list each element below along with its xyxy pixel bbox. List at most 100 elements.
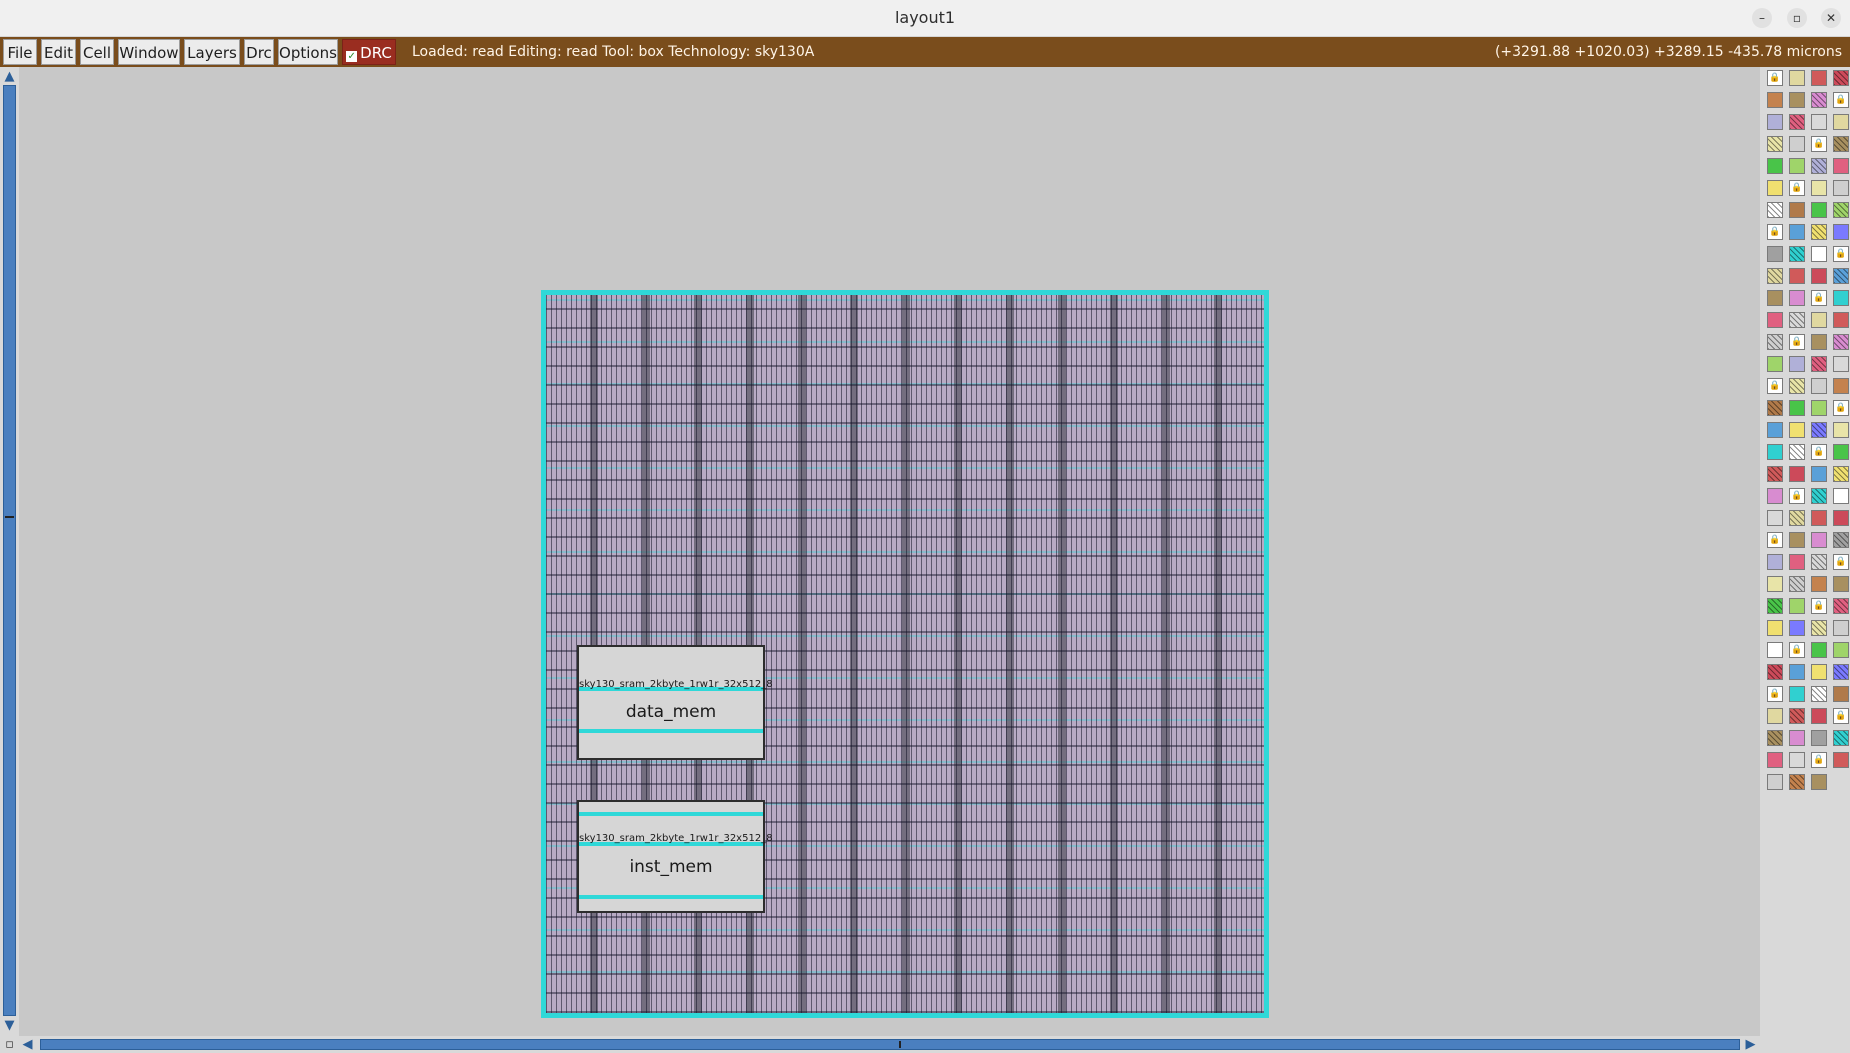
layer-swatch[interactable] [1789,598,1805,614]
lock-icon[interactable]: 🔒 [1767,532,1783,548]
menu-file[interactable]: File [3,39,37,65]
layer-swatch[interactable] [1789,708,1805,724]
layer-swatch[interactable] [1811,708,1827,724]
layer-swatch[interactable] [1811,224,1827,240]
layer-swatch[interactable] [1767,774,1783,790]
layer-swatch[interactable] [1789,730,1805,746]
layer-swatch[interactable] [1767,642,1783,658]
layer-swatch[interactable] [1789,576,1805,592]
drc-toggle-button[interactable]: ✓ DRC [342,39,396,65]
menu-options[interactable]: Options [278,39,338,65]
layer-swatch[interactable] [1789,92,1805,108]
layer-swatch[interactable] [1767,246,1783,262]
layer-swatch[interactable] [1811,510,1827,526]
layer-swatch[interactable] [1811,312,1827,328]
menu-edit[interactable]: Edit [41,39,76,65]
layer-swatch[interactable] [1811,620,1827,636]
layer-swatch[interactable] [1767,444,1783,460]
layer-swatch[interactable] [1789,774,1805,790]
layer-swatch[interactable] [1811,268,1827,284]
layer-swatch[interactable] [1789,312,1805,328]
arrow-right-icon[interactable]: ▶ [1743,1037,1758,1052]
layer-swatch[interactable] [1811,158,1827,174]
layer-swatch[interactable] [1767,92,1783,108]
lock-icon[interactable]: 🔒 [1767,686,1783,702]
layer-swatch[interactable] [1833,466,1849,482]
layer-swatch[interactable] [1833,642,1849,658]
layer-swatch[interactable] [1789,752,1805,768]
layer-swatch[interactable] [1789,158,1805,174]
layer-swatch[interactable] [1789,290,1805,306]
menu-cell[interactable]: Cell [80,39,114,65]
layer-swatch[interactable] [1767,466,1783,482]
layer-swatch[interactable] [1811,532,1827,548]
layer-swatch[interactable] [1833,224,1849,240]
layer-swatch[interactable] [1811,466,1827,482]
layer-swatch[interactable] [1789,224,1805,240]
layer-swatch[interactable] [1789,620,1805,636]
layer-swatch[interactable] [1811,774,1827,790]
layer-swatch[interactable] [1811,92,1827,108]
layer-swatch[interactable] [1811,686,1827,702]
layer-swatch[interactable] [1833,620,1849,636]
layer-swatch[interactable] [1833,180,1849,196]
layer-swatch[interactable] [1833,730,1849,746]
lock-icon[interactable]: 🔒 [1833,246,1849,262]
lock-icon[interactable]: 🔒 [1789,642,1805,658]
layer-swatch[interactable] [1789,70,1805,86]
layer-swatch[interactable] [1767,268,1783,284]
layer-swatch[interactable] [1789,136,1805,152]
layer-swatch[interactable] [1811,180,1827,196]
layer-swatch[interactable] [1811,400,1827,416]
layer-swatch[interactable] [1767,400,1783,416]
layer-swatch[interactable] [1833,444,1849,460]
layer-swatch[interactable] [1767,312,1783,328]
layer-swatch[interactable] [1833,70,1849,86]
layer-swatch[interactable] [1833,136,1849,152]
layer-swatch[interactable] [1811,642,1827,658]
layer-swatch[interactable] [1789,532,1805,548]
layer-swatch[interactable] [1811,488,1827,504]
layer-swatch[interactable] [1833,290,1849,306]
lock-icon[interactable]: 🔒 [1833,400,1849,416]
layer-swatch[interactable] [1833,202,1849,218]
layer-swatch[interactable] [1789,664,1805,680]
layer-swatch[interactable] [1811,202,1827,218]
layer-swatch[interactable] [1833,488,1849,504]
layer-swatch[interactable] [1789,466,1805,482]
minimize-icon[interactable]: – [1752,8,1772,28]
layer-swatch[interactable] [1789,686,1805,702]
arrow-up-icon[interactable]: ▲ [2,69,17,84]
menu-drc[interactable]: Drc [244,39,274,65]
layer-swatch[interactable] [1767,620,1783,636]
layer-swatch[interactable] [1833,532,1849,548]
layer-swatch[interactable] [1833,422,1849,438]
layer-swatch[interactable] [1767,202,1783,218]
arrow-left-icon[interactable]: ◀ [20,1037,35,1052]
lock-icon[interactable]: 🔒 [1811,136,1827,152]
layer-swatch[interactable] [1789,400,1805,416]
layer-swatch[interactable] [1833,686,1849,702]
layer-swatch[interactable] [1811,730,1827,746]
lock-icon[interactable]: 🔒 [1789,488,1805,504]
vertical-scrollbar[interactable]: ▲ ▼ [0,67,19,1036]
layer-swatch[interactable] [1833,268,1849,284]
horizontal-scroll-thumb[interactable] [40,1039,1740,1050]
layer-swatch[interactable] [1767,356,1783,372]
layer-swatch[interactable] [1811,246,1827,262]
layer-swatch[interactable] [1767,510,1783,526]
layer-swatch[interactable] [1833,752,1849,768]
lock-icon[interactable]: 🔒 [1833,92,1849,108]
layer-swatch[interactable] [1789,246,1805,262]
lock-icon[interactable]: 🔒 [1811,752,1827,768]
lock-icon[interactable]: 🔒 [1767,70,1783,86]
maximize-icon[interactable]: ▫ [1787,8,1807,28]
layer-swatch[interactable] [1767,136,1783,152]
layer-swatch[interactable] [1833,114,1849,130]
layer-swatch[interactable] [1811,70,1827,86]
lock-icon[interactable]: 🔒 [1767,378,1783,394]
lock-icon[interactable]: 🔒 [1833,708,1849,724]
arrow-down-icon[interactable]: ▼ [2,1018,17,1033]
layer-swatch[interactable] [1833,664,1849,680]
layer-swatch[interactable] [1767,114,1783,130]
